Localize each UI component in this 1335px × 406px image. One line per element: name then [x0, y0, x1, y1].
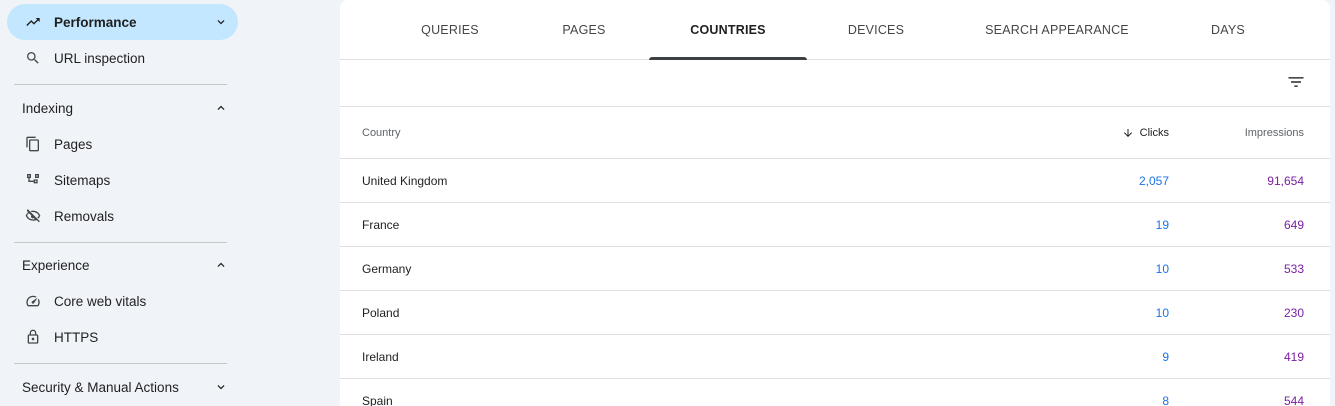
visibility-off-icon: [24, 207, 42, 225]
section-title: Experience: [22, 257, 90, 273]
tab-queries[interactable]: QUERIES: [400, 0, 500, 59]
chevron-down-icon: [217, 20, 225, 25]
chevron-down-icon: [217, 385, 225, 390]
tab-days[interactable]: DAYS: [1180, 0, 1276, 59]
country-cell: France: [362, 217, 400, 232]
table-row[interactable]: Poland 10 230: [340, 291, 1330, 335]
section-indexing-toggle[interactable]: Indexing: [7, 90, 238, 126]
country-cell: Poland: [362, 305, 400, 320]
table-toolbar: [340, 60, 1330, 107]
impressions-cell: 649: [1283, 217, 1304, 232]
country-cell: United Kingdom: [362, 173, 448, 188]
search-icon: [24, 49, 42, 67]
speed-gauge-icon: [24, 292, 42, 310]
sidebar-item-label: URL inspection: [54, 50, 146, 66]
sidebar-item-performance[interactable]: Performance: [7, 4, 238, 40]
tab-countries[interactable]: COUNTRIES: [649, 0, 807, 60]
sidebar: Performance URL inspection Indexing Page…: [0, 0, 240, 406]
sidebar-item-core-web-vitals[interactable]: Core web vitals: [7, 283, 238, 319]
impressions-cell: 533: [1283, 261, 1304, 276]
arrow-down-icon: [1123, 128, 1132, 137]
sidebar-item-label: Core web vitals: [54, 293, 147, 309]
section-title: Indexing: [22, 100, 74, 116]
sidebar-item-pages[interactable]: Pages: [7, 126, 238, 162]
clicks-cell: 2,057: [1138, 173, 1169, 188]
sitemap-icon: [24, 171, 42, 189]
filter-rows-button[interactable]: [1284, 70, 1308, 94]
pages-icon: [24, 135, 42, 153]
clicks-cell: 19: [1155, 217, 1169, 232]
tab-pages[interactable]: PAGES: [534, 0, 634, 59]
section-experience-toggle[interactable]: Experience: [7, 247, 238, 283]
country-cell: Germany: [362, 261, 412, 276]
lock-icon: [24, 328, 42, 346]
sidebar-item-label: Removals: [54, 208, 115, 224]
table-row[interactable]: France 19 649: [340, 203, 1330, 247]
sidebar-item-label: Pages: [54, 136, 93, 152]
clicks-cell: 10: [1155, 305, 1169, 320]
clicks-cell: 8: [1162, 393, 1169, 406]
section-security-toggle[interactable]: Security & Manual Actions: [7, 369, 238, 405]
column-header-impressions[interactable]: Impressions: [1245, 107, 1304, 158]
performance-table-card: QUERIES PAGES COUNTRIES DEVICES SEARCH A…: [340, 0, 1330, 406]
chevron-up-icon: [217, 105, 225, 110]
dimension-tabs: QUERIES PAGES COUNTRIES DEVICES SEARCH A…: [340, 0, 1330, 60]
sidebar-item-url-inspection[interactable]: URL inspection: [7, 40, 238, 76]
tab-search-appearance[interactable]: SEARCH APPEARANCE: [970, 0, 1144, 59]
trending-up-icon: [24, 13, 42, 31]
column-header-label: Clicks: [1139, 126, 1169, 139]
clicks-cell: 10: [1155, 261, 1169, 276]
table-row[interactable]: Germany 10 533: [340, 247, 1330, 291]
impressions-cell: 91,654: [1267, 173, 1304, 188]
impressions-cell: 419: [1283, 349, 1304, 364]
table-row[interactable]: Spain 8 544: [340, 379, 1330, 406]
tab-devices[interactable]: DEVICES: [826, 0, 926, 59]
sidebar-item-sitemaps[interactable]: Sitemaps: [7, 162, 238, 198]
sidebar-item-removals[interactable]: Removals: [7, 198, 238, 234]
clicks-cell: 9: [1162, 349, 1169, 364]
chevron-up-icon: [217, 262, 225, 267]
impressions-cell: 544: [1283, 393, 1304, 406]
divider: [14, 242, 227, 243]
country-cell: Ireland: [362, 349, 399, 364]
table-row[interactable]: United Kingdom 2,057 91,654: [340, 159, 1330, 203]
table-header: Country Clicks Impressions: [340, 107, 1330, 159]
sidebar-item-label: Performance: [54, 14, 137, 30]
filter-list-icon: [1288, 77, 1304, 87]
impressions-cell: 230: [1283, 305, 1304, 320]
section-title: Security & Manual Actions: [22, 379, 179, 395]
table-row[interactable]: Ireland 9 419: [340, 335, 1330, 379]
sidebar-item-label: Sitemaps: [54, 172, 111, 188]
country-cell: Spain: [362, 393, 393, 406]
divider: [14, 84, 227, 85]
sidebar-item-https[interactable]: HTTPS: [7, 319, 238, 355]
column-header-country[interactable]: Country: [362, 107, 401, 158]
column-header-clicks[interactable]: Clicks: [1122, 107, 1169, 158]
sidebar-item-label: HTTPS: [54, 329, 99, 345]
divider: [14, 363, 227, 364]
